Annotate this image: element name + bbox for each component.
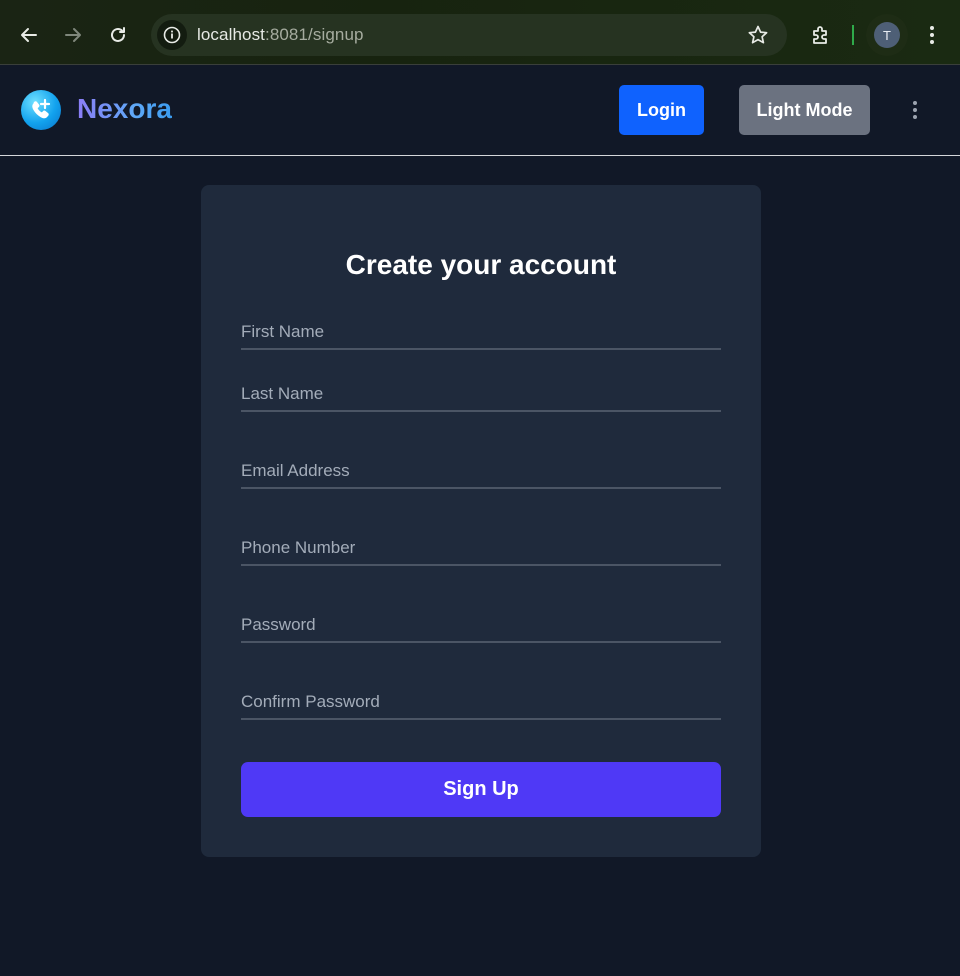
back-button[interactable] bbox=[11, 17, 47, 53]
extensions-button[interactable] bbox=[803, 17, 839, 53]
nav-menu-button[interactable] bbox=[903, 98, 927, 122]
signup-card: Create your account Sign Up bbox=[201, 185, 761, 857]
bookmark-button[interactable] bbox=[747, 24, 769, 50]
signup-title: Create your account bbox=[345, 249, 617, 280]
reload-icon bbox=[111, 27, 125, 42]
sign-up-button[interactable]: Sign Up bbox=[241, 762, 721, 817]
url-host: localhost bbox=[197, 25, 265, 44]
info-icon bbox=[163, 26, 181, 44]
light-mode-button[interactable]: Light Mode bbox=[739, 85, 870, 135]
arrow-left-icon bbox=[21, 28, 37, 42]
puzzle-icon bbox=[813, 26, 827, 44]
first-name-field[interactable] bbox=[241, 316, 721, 350]
arrow-right-icon bbox=[65, 28, 81, 42]
toolbar-separator bbox=[852, 25, 854, 45]
phone-field[interactable] bbox=[241, 532, 721, 566]
browser-toolbar: localhost:8081/signup T bbox=[0, 0, 960, 65]
site-info-button[interactable] bbox=[157, 20, 187, 50]
profile-button[interactable]: T bbox=[866, 14, 908, 56]
forward-button[interactable] bbox=[55, 17, 91, 53]
phone-icon bbox=[32, 98, 51, 119]
reload-button[interactable] bbox=[100, 17, 136, 53]
confirm-password-field[interactable] bbox=[241, 686, 721, 720]
app-navbar: Nexora Login Light Mode bbox=[0, 65, 960, 156]
avatar: T bbox=[874, 22, 900, 48]
url-text[interactable]: localhost:8081/signup bbox=[197, 25, 364, 45]
url-path: :8081/signup bbox=[265, 25, 364, 44]
browser-menu-button[interactable] bbox=[914, 17, 950, 53]
password-field[interactable] bbox=[241, 609, 721, 643]
last-name-field[interactable] bbox=[241, 378, 721, 412]
brand-name[interactable]: Nexora bbox=[77, 93, 172, 125]
star-icon bbox=[748, 25, 768, 44]
kebab-menu-icon bbox=[930, 26, 934, 44]
email-field[interactable] bbox=[241, 455, 721, 489]
login-button[interactable]: Login bbox=[619, 85, 704, 135]
kebab-menu-icon bbox=[913, 101, 917, 119]
address-bar[interactable]: localhost:8081/signup bbox=[151, 14, 787, 56]
phone-plus-icon[interactable] bbox=[21, 90, 61, 130]
